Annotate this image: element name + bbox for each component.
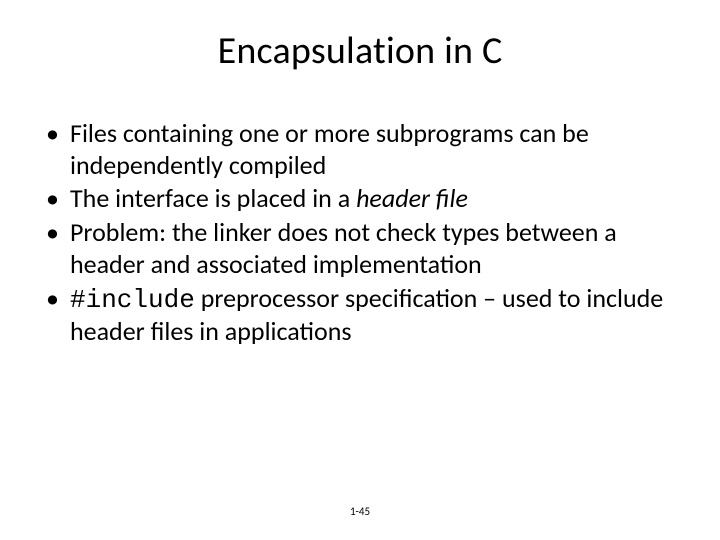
bullet-text-pre: The interface is placed in a bbox=[70, 182, 356, 214]
bullet-text: Files containing one or more subprograms… bbox=[70, 117, 589, 181]
bullet-text-em: header file bbox=[356, 182, 468, 214]
bullet-code: #include bbox=[70, 285, 195, 315]
bullet-item: Files containing one or more subprograms… bbox=[40, 118, 672, 181]
bullet-item: The interface is placed in a header file bbox=[40, 183, 672, 215]
slide: Encapsulation in C Files containing one … bbox=[0, 0, 720, 540]
slide-number: 1-45 bbox=[0, 505, 720, 518]
slide-title: Encapsulation in C bbox=[40, 28, 680, 74]
bullet-list: Files containing one or more subprograms… bbox=[40, 118, 680, 348]
bullet-item: Problem: the linker does not check types… bbox=[40, 217, 672, 280]
bullet-text: Problem: the linker does not check types… bbox=[70, 216, 617, 280]
bullet-item: #include preprocessor specification – us… bbox=[40, 283, 672, 348]
